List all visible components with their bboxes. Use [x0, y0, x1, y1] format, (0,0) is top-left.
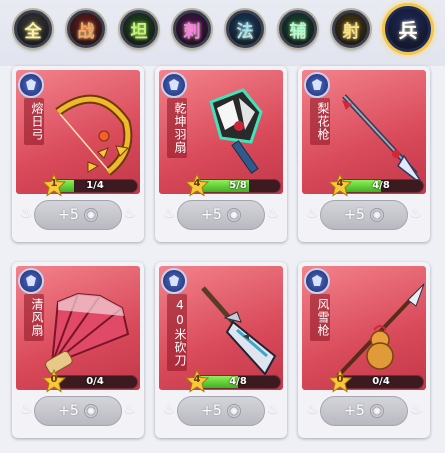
swirl-decoration-icon: ♨	[123, 206, 136, 222]
item-card[interactable]: 40米砍刀 4/8 4 ♨ ♨ +5	[155, 262, 287, 438]
star-level-text: 0	[50, 374, 58, 385]
item-name: 乾坤羽扇	[167, 98, 187, 158]
swirl-decoration-icon: ♨	[266, 206, 279, 222]
item-name: 熔日弓	[24, 98, 44, 145]
item-name: 清风扇	[24, 294, 44, 341]
upgrade-button-label: +5	[344, 207, 365, 223]
silver-coin-icon	[83, 208, 98, 222]
item-art-panel: 乾坤羽扇 5/8 4	[159, 70, 283, 197]
star-level-text: 4	[336, 178, 344, 189]
item-art-panel: 清风扇 0/4 0	[16, 266, 140, 393]
tab-mage[interactable]: 法	[226, 10, 264, 48]
tab-marksman[interactable]: 射	[332, 10, 370, 48]
category-tab-bar: 全 战 坦 刺 法 辅 射 兵	[0, 0, 445, 66]
upgrade-button-label: +5	[201, 207, 222, 223]
swirl-decoration-icon: ♨	[409, 402, 422, 418]
swirl-decoration-icon: ♨	[20, 206, 33, 222]
swirl-decoration-icon: ♨	[163, 206, 176, 222]
upgrade-button[interactable]: +5	[320, 200, 408, 230]
item-card[interactable]: 清风扇 0/4 0 ♨ ♨ +5	[12, 262, 144, 438]
star-level-text: 4	[193, 178, 201, 189]
upgrade-button-label: +5	[58, 403, 79, 419]
swirl-decoration-icon: ♨	[163, 402, 176, 418]
tab-assassin[interactable]: 刺	[173, 10, 211, 48]
star-level-text: 0	[336, 374, 344, 385]
item-name: 40米砍刀	[167, 294, 187, 371]
upgrade-button[interactable]: +5	[177, 396, 265, 426]
swirl-decoration-icon: ♨	[20, 402, 33, 418]
silver-coin-icon	[369, 208, 384, 222]
item-name: 梨花枪	[310, 98, 330, 145]
silver-coin-icon	[83, 404, 98, 418]
tab-tank[interactable]: 坦	[120, 10, 158, 48]
item-art-panel: 40米砍刀 4/8 4	[159, 266, 283, 393]
silver-coin-icon	[369, 404, 384, 418]
item-card[interactable]: 风雪枪 0/4 0 ♨ ♨ +5	[298, 262, 430, 438]
class-badge-icon	[304, 268, 330, 294]
star-level-text: 4	[193, 374, 201, 385]
item-name: 风雪枪	[310, 294, 330, 341]
upgrade-button-label: +5	[58, 207, 79, 223]
tab-all[interactable]: 全	[14, 10, 52, 48]
item-art-panel: 风雪枪 0/4 0	[302, 266, 426, 393]
star-level-text: 1	[50, 178, 58, 189]
class-badge-icon	[161, 72, 187, 98]
upgrade-button-label: +5	[344, 403, 365, 419]
swirl-decoration-icon: ♨	[123, 402, 136, 418]
item-art-panel: 熔日弓 1/4 1	[16, 70, 140, 197]
silver-coin-icon	[226, 208, 241, 222]
swirl-decoration-icon: ♨	[266, 402, 279, 418]
swirl-decoration-icon: ♨	[306, 402, 319, 418]
class-badge-icon	[304, 72, 330, 98]
class-badge-icon	[161, 268, 187, 294]
upgrade-button[interactable]: +5	[34, 200, 122, 230]
swirl-decoration-icon: ♨	[306, 206, 319, 222]
class-badge-icon	[18, 72, 44, 98]
swirl-decoration-icon: ♨	[409, 206, 422, 222]
upgrade-button[interactable]: +5	[34, 396, 122, 426]
item-art-panel: 梨花枪 4/8 4	[302, 70, 426, 197]
item-card[interactable]: 熔日弓 1/4 1 ♨ ♨ +5	[12, 66, 144, 242]
upgrade-button[interactable]: +5	[177, 200, 265, 230]
upgrade-button[interactable]: +5	[320, 396, 408, 426]
tab-support[interactable]: 辅	[279, 10, 317, 48]
upgrade-button-label: +5	[201, 403, 222, 419]
item-card[interactable]: 梨花枪 4/8 4 ♨ ♨ +5	[298, 66, 430, 242]
tab-warrior[interactable]: 战	[67, 10, 105, 48]
item-card[interactable]: 乾坤羽扇 5/8 4 ♨ ♨ +5	[155, 66, 287, 242]
tab-soldier[interactable]: 兵	[385, 6, 431, 52]
class-badge-icon	[18, 268, 44, 294]
silver-coin-icon	[226, 404, 241, 418]
